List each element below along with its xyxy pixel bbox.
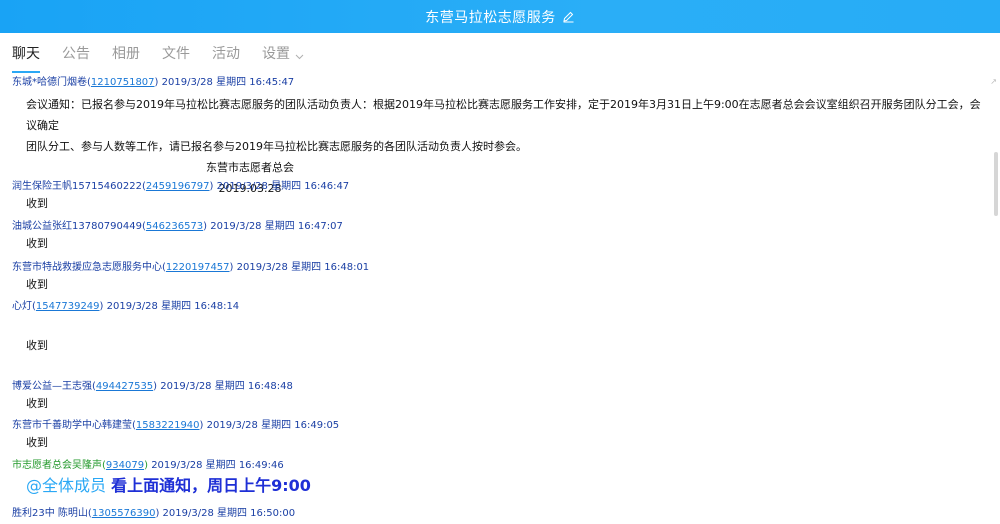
expand-icon[interactable]: ↗: [990, 77, 997, 86]
sender-qq-link[interactable]: 1220197457: [166, 262, 230, 273]
sender-name: 东营市千善助学中心韩建莹: [12, 420, 132, 431]
sender-qq-link[interactable]: 494427535: [96, 381, 153, 392]
message-time: 2019/3/28 星期四 16:49:46: [151, 460, 284, 471]
tab-label: 设置: [262, 46, 290, 62]
chat-message: 东营市千善助学中心韩建莹(1583221940) 2019/3/28 星期四 1…: [0, 419, 990, 453]
chat-message: 油城公益张红13780790449(546236573) 2019/3/28 星…: [0, 220, 990, 254]
notice-line: 会议通知：已报名参与2019年马拉松比赛志愿服务的团队活动负责人：根据2019年…: [26, 98, 981, 132]
message-text: @全体成员 看上面通知，周日上午9:00: [0, 473, 990, 499]
message-time: 2019/3/28 星期四 16:48:48: [160, 381, 293, 392]
tab-label: 相册: [112, 46, 140, 62]
message-header: 润生保险王帆15715460222(2459196797) 2019/3/28 …: [12, 181, 350, 192]
tab-label: 聊天: [12, 46, 40, 62]
message-header: 东营市特战救援应急志愿服务中心(1220197457) 2019/3/28 星期…: [12, 262, 370, 273]
notice-line: 团队分工、参与人数等工作，请已报名参与2019年马拉松比赛志愿服务的各团队活动负…: [26, 140, 527, 153]
sender-name: 博爱公益—王志强: [12, 381, 92, 392]
scrollbar[interactable]: [994, 152, 998, 216]
message-header: 博爱公益—王志强(494427535) 2019/3/28 星期四 16:48:…: [12, 381, 293, 392]
chat-message: 博爱公益—王志强(494427535) 2019/3/28 星期四 16:48:…: [0, 380, 990, 414]
title-bar: 东营马拉松志愿服务: [0, 0, 1000, 33]
notice-text: 会议通知：已报名参与2019年马拉松比赛志愿服务的团队活动负责人：根据2019年…: [0, 94, 990, 157]
chat-message: 心灯(1547739249) 2019/3/28 星期四 16:48:14 收到: [0, 300, 990, 356]
window-title: 东营马拉松志愿服务: [425, 9, 556, 26]
message-header: 东营市千善助学中心韩建莹(1583221940) 2019/3/28 星期四 1…: [12, 420, 340, 431]
signature: 东营市志愿者总会: [206, 161, 294, 174]
tab-chat[interactable]: 聊天: [12, 43, 40, 73]
message-header: 油城公益张红13780790449(546236573) 2019/3/28 星…: [12, 221, 343, 232]
bold-message: 看上面通知，周日上午9:00: [111, 476, 311, 495]
tab-album[interactable]: 相册: [112, 43, 140, 63]
sender-name: 心灯: [12, 301, 32, 312]
chat-message: 市志愿者总会吴隆声(934079) 2019/3/28 星期四 16:49:46…: [0, 459, 990, 499]
message-header: 东城*哈德门烟卷(1210751807) 2019/3/28 星期四 16:45…: [12, 77, 295, 88]
sender-qq-link[interactable]: 1583221940: [136, 420, 200, 431]
message-time: 2019/3/28 星期四 16:48:14: [106, 301, 240, 312]
tab-label: 公告: [62, 46, 90, 62]
chat-history[interactable]: 东城*哈德门烟卷(1210751807) 2019/3/28 星期四 16:45…: [0, 76, 1000, 524]
tab-label: 活动: [212, 46, 240, 62]
sender-name: 东营市特战救援应急志愿服务中心: [12, 262, 162, 273]
sender-qq-link[interactable]: 1305576390: [92, 508, 156, 519]
chevron-down-icon: [295, 49, 304, 59]
sender-qq-link[interactable]: 1210751807: [91, 77, 155, 88]
message-header: 胜利23中 陈明山(1305576390) 2019/3/28 星期四 16:5…: [12, 508, 296, 519]
chat-message: 胜利23中 陈明山(1305576390) 2019/3/28 星期四 16:5…: [0, 507, 990, 521]
sender-qq-link[interactable]: 1547739249: [36, 301, 100, 312]
tab-settings[interactable]: 设置: [262, 43, 304, 63]
sender-name: 润生保险王帆15715460222: [12, 181, 142, 192]
sender-qq-link[interactable]: 546236573: [146, 221, 203, 232]
message-text: 收到: [26, 436, 48, 449]
mention-all[interactable]: @全体成员: [26, 476, 106, 495]
sender-name: 油城公益张红13780790449: [12, 221, 142, 232]
message-text: 收到: [26, 339, 48, 352]
chat-message: 润生保险王帆15715460222(2459196797) 2019/3/28 …: [0, 180, 990, 214]
sender-qq-link[interactable]: 934079: [106, 460, 144, 471]
message-text: 收到: [26, 197, 48, 210]
message-text: 收到: [26, 237, 48, 250]
message-time: 2019/3/28 星期四 16:49:05: [206, 420, 340, 431]
tab-bar: 聊天 公告 相册 文件 活动 设置: [0, 33, 1000, 73]
sender-name: 胜利23中 陈明山: [12, 508, 88, 519]
message-time: 2019/3/28 星期四 16:46:47: [216, 181, 350, 192]
message-header: 心灯(1547739249) 2019/3/28 星期四 16:48:14: [12, 301, 240, 312]
tab-label: 文件: [162, 46, 190, 62]
tab-activity[interactable]: 活动: [212, 43, 240, 63]
sender-name: 市志愿者总会吴隆声: [12, 460, 102, 471]
sender-name: 东城*哈德门烟卷: [12, 77, 87, 88]
sender-qq-link[interactable]: 2459196797: [146, 181, 210, 192]
message-time: 2019/3/28 星期四 16:48:01: [236, 262, 370, 273]
tab-announcement[interactable]: 公告: [62, 43, 90, 63]
message-text: 收到: [26, 278, 48, 291]
chat-message: 东营市特战救援应急志愿服务中心(1220197457) 2019/3/28 星期…: [0, 261, 990, 295]
pencil-icon[interactable]: [562, 10, 575, 23]
message-text: 收到: [26, 397, 48, 410]
tab-files[interactable]: 文件: [162, 43, 190, 63]
message-time: 2019/3/28 星期四 16:45:47: [161, 77, 295, 88]
message-time: 2019/3/28 星期四 16:50:00: [162, 508, 296, 519]
message-header: 市志愿者总会吴隆声(934079) 2019/3/28 星期四 16:49:46: [12, 460, 284, 471]
message-time: 2019/3/28 星期四 16:47:07: [210, 221, 343, 232]
